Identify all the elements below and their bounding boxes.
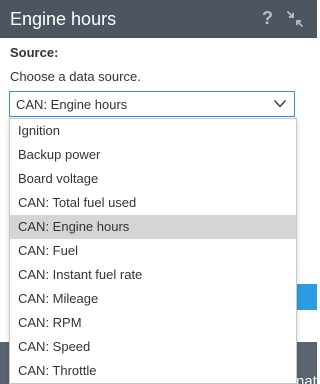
dialog-header: Engine hours ? [0, 0, 317, 38]
help-icon[interactable]: ? [262, 8, 273, 28]
dropdown-item[interactable]: CAN: Engine hours [10, 215, 296, 239]
dropdown-item[interactable]: CAN: RPM [10, 311, 296, 335]
data-source-select-value: CAN: Engine hours [16, 97, 128, 112]
source-label: Source: [10, 45, 59, 60]
engine-hours-dialog: Engine hours ? Source: Choose a data sou… [0, 0, 317, 384]
partially-hidden-action-button[interactable] [296, 284, 317, 310]
data-source-select[interactable]: CAN: Engine hours [9, 91, 295, 117]
chevron-down-icon [274, 100, 286, 108]
dialog-title: Engine hours [10, 9, 117, 29]
dropdown-item[interactable]: Backup power [10, 143, 296, 167]
dropdown-item[interactable]: Board voltage [10, 167, 296, 191]
dropdown-item[interactable]: CAN: Fuel [10, 239, 296, 263]
dropdown-item[interactable]: CAN: Instant fuel rate [10, 263, 296, 287]
dropdown-item[interactable]: CAN: Mileage [10, 287, 296, 311]
dropdown-item[interactable]: CAN: Speed [10, 335, 296, 359]
collapse-icon[interactable] [286, 10, 304, 28]
footer-partial-text: nat [296, 373, 317, 384]
dropdown-item[interactable]: CAN: Throttle [10, 359, 296, 383]
source-hint: Choose a data source. [10, 69, 141, 84]
data-source-dropdown-list: Ignition Backup power Board voltage CAN: To… [9, 118, 297, 384]
dropdown-item[interactable]: Ignition [10, 119, 296, 143]
dropdown-item[interactable]: CAN: Total fuel used [10, 191, 296, 215]
